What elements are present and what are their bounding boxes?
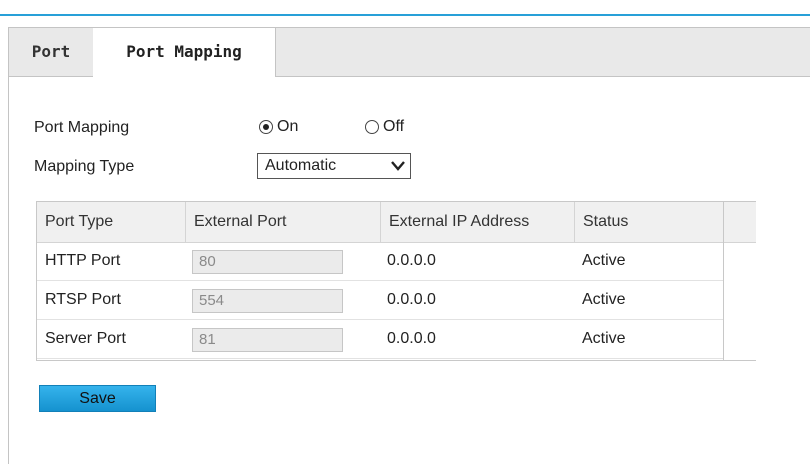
radio-on-label: On [277, 118, 299, 135]
tab-port-mapping[interactable]: Port Mapping [93, 28, 276, 77]
port-mapping-label: Port Mapping [34, 119, 130, 136]
column-header-port-type: Port Type [45, 213, 114, 230]
header-accent-line [0, 14, 810, 16]
column-header-status: Status [574, 202, 723, 242]
external-ip-cell: 0.0.0.0 [387, 291, 436, 308]
mapping-type-select[interactable]: Automatic [257, 153, 411, 179]
chevron-down-icon [391, 161, 405, 171]
external-port-field[interactable]: 80 [192, 250, 343, 274]
status-cell: Active [582, 252, 626, 269]
external-ip-cell: 0.0.0.0 [387, 330, 436, 347]
scrollbar-header [724, 202, 756, 243]
port-type-cell: RTSP Port [45, 291, 121, 308]
table-row: HTTP Port 80 0.0.0.0 Active [37, 242, 723, 281]
port-mapping-table: Port Type External Port External IP Addr… [36, 201, 756, 361]
column-header-external-port: External Port [185, 202, 380, 242]
table-row: Server Port 81 0.0.0.0 Active [37, 320, 723, 359]
radio-on-indicator[interactable] [259, 120, 273, 134]
status-cell: Active [582, 291, 626, 308]
radio-off[interactable]: Off [365, 118, 404, 136]
radio-off-label: Off [383, 118, 405, 135]
external-port-field[interactable]: 81 [192, 328, 343, 352]
mapping-type-label: Mapping Type [34, 158, 135, 175]
radio-on[interactable]: On [259, 118, 298, 136]
tab-bar: Port Port Mapping [9, 28, 810, 77]
port-type-cell: HTTP Port [45, 252, 121, 269]
external-ip-cell: 0.0.0.0 [387, 252, 436, 269]
table-row: RTSP Port 554 0.0.0.0 Active [37, 281, 723, 320]
tab-port[interactable]: Port [9, 28, 94, 76]
status-cell: Active [582, 330, 626, 347]
table-scrollbar[interactable] [723, 202, 756, 360]
settings-panel: Port Port Mapping Port Mapping On Off Ma… [8, 27, 810, 464]
save-button[interactable]: Save [39, 385, 156, 412]
external-port-field[interactable]: 554 [192, 289, 343, 313]
column-header-external-ip: External IP Address [380, 202, 574, 242]
port-type-cell: Server Port [45, 330, 126, 347]
mapping-type-value: Automatic [265, 157, 337, 174]
table-header: Port Type External Port External IP Addr… [37, 202, 723, 243]
radio-off-indicator[interactable] [365, 120, 379, 134]
